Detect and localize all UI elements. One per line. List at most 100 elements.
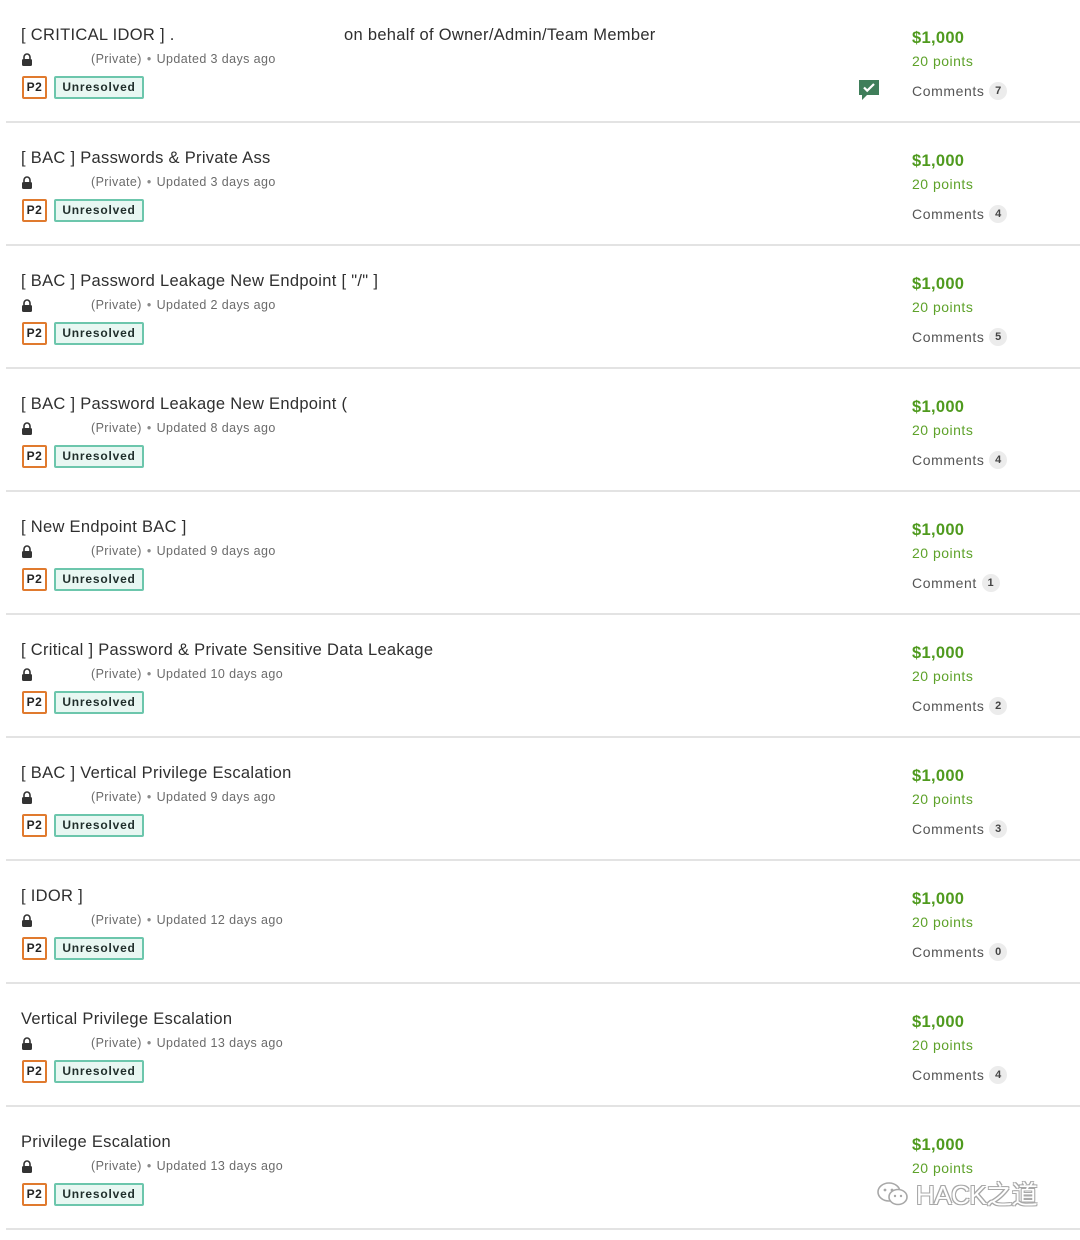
report-meta: (Private) • Updated 10 days ago bbox=[21, 667, 283, 681]
lock-icon bbox=[21, 913, 33, 927]
bounty-amount: $1,000 bbox=[912, 644, 965, 662]
meta-separator: • bbox=[146, 175, 152, 189]
meta-separator: • bbox=[146, 1159, 152, 1173]
meta-separator: • bbox=[146, 913, 152, 927]
watermark-text: HACK之道 bbox=[916, 1180, 1038, 1210]
comments-link[interactable]: Comments 0 bbox=[912, 943, 1008, 961]
report-title[interactable]: [ BAC ] Vertical Privilege Escalation bbox=[21, 764, 292, 783]
lock-icon bbox=[21, 667, 33, 681]
report-row[interactable]: [ BAC ] Vertical Privilege Escalation (P… bbox=[6, 738, 1080, 861]
bounty-amount: $1,000 bbox=[912, 152, 965, 170]
watermark: HACK之道 bbox=[876, 1175, 1038, 1212]
bounty-amount: $1,000 bbox=[912, 275, 965, 293]
meta-separator: • bbox=[146, 667, 152, 681]
lock-icon bbox=[21, 298, 33, 312]
report-row[interactable]: [ New Endpoint BAC ] (Private) • Updated… bbox=[6, 492, 1080, 615]
comments-link[interactable]: Comments 2 bbox=[912, 697, 1008, 715]
visibility-label: (Private) bbox=[91, 544, 142, 558]
comments-link[interactable]: Comments 5 bbox=[912, 328, 1008, 346]
comments-count: 4 bbox=[989, 205, 1008, 223]
state-badge: Unresolved bbox=[54, 1183, 144, 1206]
report-meta: (Private) • Updated 3 days ago bbox=[21, 52, 276, 66]
reputation-points: 20 points bbox=[912, 1037, 974, 1053]
comments-label: Comments bbox=[912, 452, 985, 468]
report-row[interactable]: [ BAC ] Password Leakage New Endpoint ( … bbox=[6, 369, 1080, 492]
state-badge: Unresolved bbox=[54, 445, 144, 468]
check-flag-icon bbox=[858, 79, 880, 101]
bounty-amount: $1,000 bbox=[912, 890, 965, 908]
visibility-label: (Private) bbox=[91, 913, 142, 927]
reputation-points: 20 points bbox=[912, 422, 974, 438]
comments-label: Comments bbox=[912, 1067, 985, 1083]
state-badge: Unresolved bbox=[54, 691, 144, 714]
updated-label: Updated 10 days ago bbox=[156, 667, 284, 681]
priority-badge: P2 bbox=[22, 199, 47, 222]
state-badge: Unresolved bbox=[54, 76, 144, 99]
report-title[interactable]: [ IDOR ] bbox=[21, 887, 83, 906]
visibility-label: (Private) bbox=[91, 421, 142, 435]
comments-label: Comments bbox=[912, 821, 985, 837]
report-title[interactable]: [ BAC ] Passwords & Private Ass bbox=[21, 149, 271, 168]
meta-separator: • bbox=[146, 52, 152, 66]
comments-link[interactable]: Comment 1 bbox=[912, 574, 1000, 592]
report-row[interactable]: [ BAC ] Password Leakage New Endpoint [ … bbox=[6, 246, 1080, 369]
report-title[interactable]: [ New Endpoint BAC ] bbox=[21, 518, 187, 537]
reputation-points: 20 points bbox=[912, 914, 974, 930]
lock-icon bbox=[21, 175, 33, 189]
report-title-extra[interactable]: on behalf of Owner/Admin/Team Member bbox=[344, 26, 656, 45]
comments-link[interactable]: Comments 7 bbox=[912, 82, 1008, 100]
updated-label: Updated 9 days ago bbox=[156, 790, 276, 804]
report-title[interactable]: Privilege Escalation bbox=[21, 1133, 171, 1152]
report-title[interactable]: [ BAC ] Password Leakage New Endpoint [ … bbox=[21, 272, 378, 291]
report-meta: (Private) • Updated 3 days ago bbox=[21, 175, 276, 189]
priority-badge: P2 bbox=[22, 691, 47, 714]
report-row[interactable]: [ IDOR ] (Private) • Updated 12 days ago… bbox=[6, 861, 1080, 984]
report-badges: P2 Unresolved bbox=[22, 814, 144, 837]
priority-badge: P2 bbox=[22, 814, 47, 837]
priority-badge: P2 bbox=[22, 568, 47, 591]
report-row[interactable]: Vertical Privilege Escalation (Private) … bbox=[6, 984, 1080, 1107]
report-title[interactable]: [ Critical ] Password & Private Sensitiv… bbox=[21, 641, 433, 660]
priority-badge: P2 bbox=[22, 1060, 47, 1083]
lock-icon bbox=[21, 1159, 33, 1173]
priority-badge: P2 bbox=[22, 322, 47, 345]
report-meta: (Private) • Updated 8 days ago bbox=[21, 421, 276, 435]
visibility-label: (Private) bbox=[91, 1036, 142, 1050]
report-meta: (Private) • Updated 2 days ago bbox=[21, 298, 276, 312]
report-meta: (Private) • Updated 9 days ago bbox=[21, 790, 276, 804]
lock-icon bbox=[21, 790, 33, 804]
updated-label: Updated 3 days ago bbox=[156, 52, 276, 66]
visibility-label: (Private) bbox=[91, 298, 142, 312]
report-row[interactable]: [ CRITICAL IDOR ] . on behalf of Owner/Ad… bbox=[6, 0, 1080, 123]
comments-link[interactable]: Comments 4 bbox=[912, 1066, 1008, 1084]
report-title[interactable]: [ CRITICAL IDOR ] . bbox=[21, 26, 175, 45]
meta-separator: • bbox=[146, 790, 152, 804]
report-badges: P2 Unresolved bbox=[22, 445, 144, 468]
meta-separator: • bbox=[146, 421, 152, 435]
reputation-points: 20 points bbox=[912, 668, 974, 684]
report-title[interactable]: Vertical Privilege Escalation bbox=[21, 1010, 232, 1029]
reputation-points: 20 points bbox=[912, 53, 974, 69]
comments-link[interactable]: Comments 3 bbox=[912, 820, 1008, 838]
reputation-points: 20 points bbox=[912, 299, 974, 315]
comments-link[interactable]: Comments 4 bbox=[912, 451, 1008, 469]
meta-separator: • bbox=[146, 1036, 152, 1050]
priority-badge: P2 bbox=[22, 76, 47, 99]
updated-label: Updated 2 days ago bbox=[156, 298, 276, 312]
priority-badge: P2 bbox=[22, 445, 47, 468]
comments-count: 2 bbox=[989, 697, 1008, 715]
comments-label: Comments bbox=[912, 206, 985, 222]
bounty-amount: $1,000 bbox=[912, 1136, 965, 1154]
report-row[interactable]: [ BAC ] Passwords & Private Ass (Private… bbox=[6, 123, 1080, 246]
visibility-label: (Private) bbox=[91, 667, 142, 681]
bounty-amount: $1,000 bbox=[912, 1013, 965, 1031]
visibility-label: (Private) bbox=[91, 790, 142, 804]
updated-label: Updated 9 days ago bbox=[156, 544, 276, 558]
comments-label: Comment bbox=[912, 575, 977, 591]
meta-separator: • bbox=[146, 298, 152, 312]
report-badges: P2 Unresolved bbox=[22, 568, 144, 591]
report-row[interactable]: [ Critical ] Password & Private Sensitiv… bbox=[6, 615, 1080, 738]
report-title[interactable]: [ BAC ] Password Leakage New Endpoint ( bbox=[21, 395, 347, 414]
comments-count: 4 bbox=[989, 451, 1008, 469]
comments-link[interactable]: Comments 4 bbox=[912, 205, 1008, 223]
